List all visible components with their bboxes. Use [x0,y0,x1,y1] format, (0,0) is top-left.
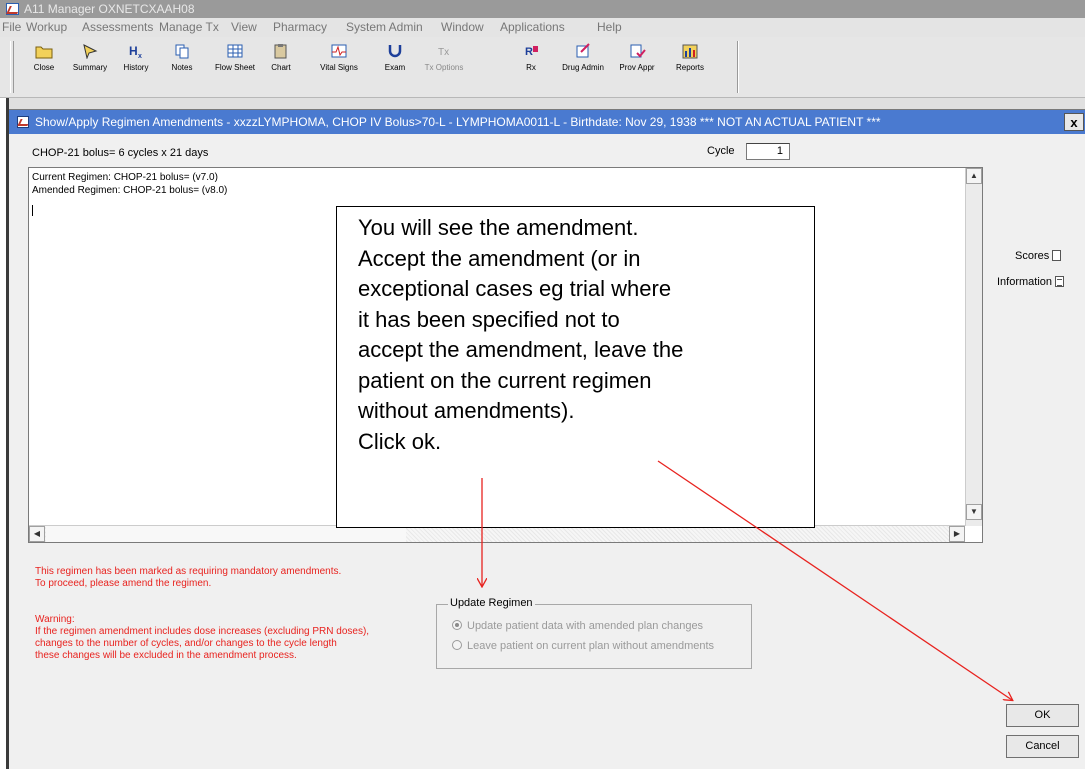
instruction-callout-text: You will see the amendment. Accept the a… [358,215,684,454]
app-titlebar: A11 Manager OXNETCXAAH08 [0,0,1085,18]
app-title: A11 Manager OXNETCXAAH08 [24,2,195,16]
toolbar-summary-button[interactable]: Summary [66,43,114,91]
toolbar: Close Summary Hx History Notes Flow Shee… [0,37,1085,98]
cancel-button[interactable]: Cancel [1006,735,1079,758]
toolbar-label: Chart [271,63,291,72]
document-lines-icon [1055,276,1065,287]
amended-regimen-line: Amended Regimen: CHOP-21 bolus= (v8.0) [32,185,228,196]
menu-bar: File Workup Assessments Manage Tx View P… [0,18,1085,37]
toolbar-grip[interactable] [10,41,14,93]
toolbar-history-button[interactable]: Hx History [112,43,160,91]
radio-leave-patient[interactable]: Leave patient on current plan without am… [452,640,714,652]
page-icon [1052,250,1062,261]
toolbar-label: Exam [384,63,406,72]
svg-text:x: x [138,53,142,59]
regimen-summary: CHOP-21 bolus= 6 cycles x 21 days [32,147,209,159]
toolbar-close-button[interactable]: Close [20,43,68,91]
svg-text:R: R [525,46,533,58]
radio-label: Leave patient on current plan without am… [467,640,715,652]
menu-manage-tx[interactable]: Manage Tx [159,18,219,37]
svg-text:Tx: Tx [438,47,449,58]
toolbar-label: History [123,63,149,72]
toolbar-label: Flow Sheet [214,63,256,72]
toolbar-chart-button[interactable]: Chart [257,43,305,91]
menu-view[interactable]: View [231,18,257,37]
warning-title: Warning: [35,614,75,625]
radio-button-selected[interactable] [452,620,462,630]
drug-admin-icon [576,43,590,58]
text-caret [32,205,33,216]
toolbar-label: Drug Admin [562,63,604,72]
app-chart-icon [6,3,19,15]
dialog-titlebar[interactable]: Show/Apply Regimen Amendments - xxzzLYMP… [9,110,1085,134]
toolbar-separator [737,41,739,93]
scores-link[interactable]: Scores [1015,250,1062,262]
toolbar-rx-button[interactable]: R Rx [507,43,555,91]
svg-text:H: H [129,44,138,58]
dialog-chart-icon [17,116,29,128]
information-link[interactable]: Information [997,276,1065,288]
menu-pharmacy[interactable]: Pharmacy [273,18,327,37]
toolbar-vital-signs-button[interactable]: Vital Signs [315,43,363,91]
toolbar-label: Notes [171,63,193,72]
menu-system-admin[interactable]: System Admin [346,18,423,37]
warning-text: If the regimen amendment includes dose i… [35,626,370,661]
cycle-label: Cycle [707,145,735,157]
scores-label: Scores [1015,250,1050,262]
background-window-strip [9,98,1085,110]
scroll-left-icon[interactable]: ◀ [29,526,45,542]
toolbar-label: Summary [72,63,108,72]
menu-applications[interactable]: Applications [500,18,565,37]
toolbar-tx-options-button[interactable]: Tx Tx Options [420,43,468,91]
warning-block: Warning: If the regimen amendment includ… [35,614,369,662]
radio-button[interactable] [452,640,462,650]
radio-update-patient[interactable]: Update patient data with amended plan ch… [452,620,703,632]
menu-workup[interactable]: Workup [26,18,67,37]
scroll-down-icon[interactable]: ▼ [966,504,982,520]
scroll-up-icon[interactable]: ▲ [966,168,982,184]
dialog-title: Show/Apply Regimen Amendments - xxzzLYMP… [35,115,881,129]
update-regimen-legend: Update Regimen [448,597,535,609]
cycle-field[interactable]: 1 [746,143,790,160]
flow-sheet-grid-icon [227,44,243,58]
dialog-close-button[interactable]: x [1064,113,1084,131]
toolbar-label: Tx Options [424,63,464,72]
radio-label: Update patient data with amended plan ch… [467,620,704,632]
current-regimen-line: Current Regimen: CHOP-21 bolus= (v7.0) [32,172,218,183]
toolbar-label: Close [33,63,55,72]
toolbar-prov-appr-button[interactable]: Prov Appr [613,43,661,91]
mandatory-amendment-notice: This regimen has been marked as requirin… [35,566,342,589]
toolbar-flow-sheet-button[interactable]: Flow Sheet [211,43,259,91]
reports-bar-icon [682,44,698,59]
toolbar-label: Vital Signs [320,63,358,72]
menu-window[interactable]: Window [441,18,484,37]
toolbar-label: Reports [675,63,704,72]
summary-icon [83,44,98,59]
vital-signs-icon [331,44,347,58]
information-label: Information [997,276,1053,288]
chart-clipboard-icon [274,44,287,59]
toolbar-label: Prov Appr [619,63,655,72]
stethoscope-icon [388,45,402,58]
menu-file[interactable]: File [2,18,21,37]
update-regimen-group: Update patient data with amended plan ch… [436,604,752,669]
scroll-right-icon[interactable]: ▶ [949,526,965,542]
notes-icon [175,44,189,59]
menu-assessments[interactable]: Assessments [82,18,153,37]
toolbar-exam-button[interactable]: Exam [371,43,419,91]
rx-icon: R [525,46,538,58]
scroll-thumb[interactable] [46,526,406,542]
vertical-scrollbar[interactable]: ▲ ▼ [965,168,982,526]
folder-icon [35,46,53,59]
tx-options-icon: Tx [438,47,449,58]
toolbar-notes-button[interactable]: Notes [158,43,206,91]
provider-approval-icon [630,44,646,58]
ok-button[interactable]: OK [1006,704,1079,727]
menu-help[interactable]: Help [597,18,622,37]
toolbar-label: Rx [526,63,536,72]
toolbar-reports-button[interactable]: Reports [666,43,714,91]
history-hx-icon: Hx [129,44,142,59]
toolbar-drug-admin-button[interactable]: Drug Admin [559,43,607,91]
